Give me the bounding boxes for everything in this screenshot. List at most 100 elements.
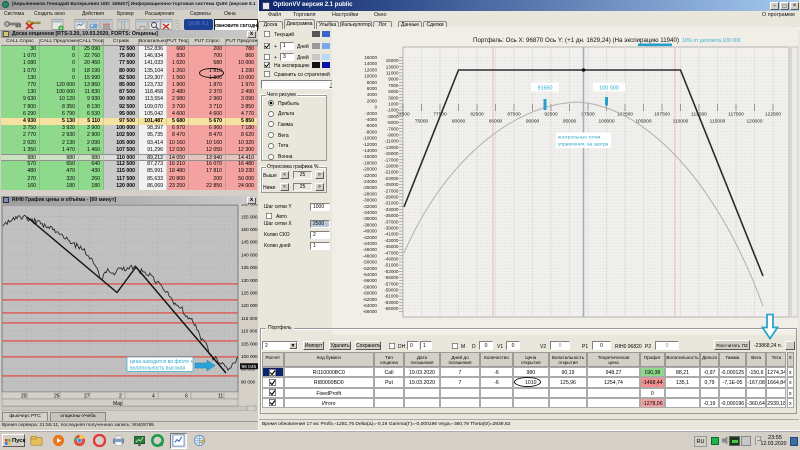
svg-text:-47000: -47000 bbox=[384, 250, 399, 255]
svg-text:102500: 102500 bbox=[617, 112, 633, 118]
svg-text:-48000: -48000 bbox=[363, 253, 378, 258]
svg-text:27: 27 bbox=[84, 394, 90, 400]
svg-text:96 045: 96 045 bbox=[242, 364, 257, 370]
svg-text:160 000: 160 000 bbox=[241, 204, 258, 207]
svg-text:100 000: 100 000 bbox=[241, 354, 258, 359]
svg-text:-44000: -44000 bbox=[363, 241, 378, 246]
svg-text:75000: 75000 bbox=[415, 119, 429, 125]
svg-text:-41000: -41000 bbox=[384, 232, 399, 237]
svg-text:-10000: -10000 bbox=[363, 136, 378, 141]
svg-text:20: 20 bbox=[21, 394, 27, 400]
svg-text:-61000: -61000 bbox=[384, 294, 399, 299]
svg-text:-29000: -29000 bbox=[384, 195, 399, 200]
svg-text:11: 11 bbox=[218, 394, 223, 400]
svg-text:80000: 80000 bbox=[452, 119, 466, 125]
svg-text:-42000: -42000 bbox=[363, 235, 378, 240]
svg-text:-54000: -54000 bbox=[363, 272, 378, 277]
svg-text:105 000: 105 000 bbox=[241, 341, 258, 346]
svg-text:-57000: -57000 bbox=[384, 281, 399, 286]
svg-text:-55000: -55000 bbox=[384, 275, 399, 280]
svg-text:-53000: -53000 bbox=[384, 269, 399, 274]
svg-text:-25000: -25000 bbox=[384, 182, 399, 187]
svg-text:150 000: 150 000 bbox=[241, 227, 258, 232]
svg-text:-33000: -33000 bbox=[384, 207, 399, 212]
svg-text:85000: 85000 bbox=[489, 119, 503, 125]
svg-text:-31000: -31000 bbox=[384, 201, 399, 206]
svg-text:контрольные точки: контрольные точки bbox=[558, 136, 601, 141]
svg-text:-32000: -32000 bbox=[363, 204, 378, 209]
svg-text:-45000: -45000 bbox=[384, 244, 399, 249]
svg-text:0: 0 bbox=[374, 105, 377, 110]
svg-text:100000: 100000 bbox=[598, 119, 614, 125]
svg-text:-18000: -18000 bbox=[363, 160, 378, 165]
svg-text:107500: 107500 bbox=[654, 112, 670, 118]
svg-text:Мар: Мар bbox=[113, 401, 123, 407]
svg-text:72500: 72500 bbox=[396, 112, 410, 118]
svg-text:110 000: 110 000 bbox=[241, 329, 258, 334]
svg-text:-60000: -60000 bbox=[363, 291, 378, 296]
svg-text:-17000: -17000 bbox=[384, 157, 399, 162]
svg-text:11000: 11000 bbox=[386, 71, 399, 76]
svg-text:1000: 1000 bbox=[388, 102, 399, 107]
svg-text:-52000: -52000 bbox=[363, 266, 378, 271]
svg-text:-38000: -38000 bbox=[363, 222, 378, 227]
svg-text:-14000: -14000 bbox=[363, 148, 378, 153]
svg-text:-15000: -15000 bbox=[384, 151, 399, 156]
svg-text:-20000: -20000 bbox=[363, 167, 378, 172]
svg-text:волатильность высокая: волатильность высокая bbox=[130, 366, 185, 372]
svg-text:140 000: 140 000 bbox=[241, 252, 258, 257]
svg-text:цена находится во флэте +: цена находится во флэте + bbox=[130, 359, 193, 365]
svg-text:12000: 12000 bbox=[364, 67, 377, 72]
svg-text:-64000: -64000 bbox=[363, 303, 378, 308]
svg-text:-59000: -59000 bbox=[384, 288, 399, 293]
svg-text:-28000: -28000 bbox=[363, 191, 378, 196]
svg-text:-35000: -35000 bbox=[384, 213, 399, 218]
svg-text:100 000: 100 000 bbox=[599, 86, 619, 92]
svg-text:-30000: -30000 bbox=[363, 198, 378, 203]
svg-text:2: 2 bbox=[119, 394, 122, 400]
svg-text:10% от депозита 100 000: 10% от депозита 100 000 bbox=[682, 38, 741, 44]
svg-text:-23000: -23000 bbox=[384, 176, 399, 181]
svg-text:87500: 87500 bbox=[507, 112, 521, 118]
svg-text:9000: 9000 bbox=[388, 77, 399, 82]
svg-text:130 000: 130 000 bbox=[241, 278, 258, 283]
svg-text:-27000: -27000 bbox=[384, 188, 399, 193]
svg-text:-26000: -26000 bbox=[363, 185, 378, 190]
svg-text:7000: 7000 bbox=[388, 83, 399, 88]
svg-text:120000: 120000 bbox=[746, 119, 762, 125]
svg-text:-62000: -62000 bbox=[363, 297, 378, 302]
svg-text:91650: 91650 bbox=[538, 86, 553, 92]
svg-text:15000: 15000 bbox=[386, 58, 399, 63]
svg-text:25: 25 bbox=[54, 394, 60, 400]
svg-text:-8000: -8000 bbox=[365, 129, 377, 134]
svg-text:10000: 10000 bbox=[364, 74, 377, 79]
svg-text:Портфель: Ось X: 96870 Ось Y:: Портфель: Ось X: 96870 Ось Y: (+1 дн. 16… bbox=[473, 37, 679, 44]
svg-text:-13000: -13000 bbox=[384, 145, 399, 150]
svg-text:-58000: -58000 bbox=[363, 284, 378, 289]
svg-text:-24000: -24000 bbox=[363, 179, 378, 184]
svg-text:2000: 2000 bbox=[367, 98, 378, 103]
svg-text:-19000: -19000 bbox=[384, 164, 399, 169]
svg-text:-4000: -4000 bbox=[365, 117, 377, 122]
svg-text:-40000: -40000 bbox=[363, 229, 378, 234]
svg-text:4000: 4000 bbox=[367, 92, 378, 97]
svg-text:-50000: -50000 bbox=[363, 260, 378, 265]
svg-text:122500: 122500 bbox=[765, 112, 781, 118]
svg-text:135 000: 135 000 bbox=[241, 265, 258, 270]
svg-text:145 000: 145 000 bbox=[241, 240, 258, 245]
svg-text:-5000: -5000 bbox=[387, 120, 399, 125]
svg-text:90000: 90000 bbox=[526, 119, 540, 125]
svg-text:управления, на завтра: управления, на завтра bbox=[558, 143, 609, 148]
svg-text:14000: 14000 bbox=[364, 61, 377, 66]
svg-text:-11000: -11000 bbox=[385, 139, 399, 144]
svg-text:117500: 117500 bbox=[728, 112, 744, 118]
svg-text:90 000: 90 000 bbox=[241, 379, 255, 384]
svg-text:16000: 16000 bbox=[364, 55, 377, 60]
svg-text:115 000: 115 000 bbox=[241, 316, 258, 321]
svg-text:4: 4 bbox=[152, 394, 155, 400]
svg-text:-22000: -22000 bbox=[363, 173, 378, 178]
svg-text:-46000: -46000 bbox=[363, 247, 378, 252]
svg-text:-36000: -36000 bbox=[363, 216, 378, 221]
svg-text:-49000: -49000 bbox=[384, 257, 399, 262]
svg-text:95000: 95000 bbox=[563, 119, 577, 125]
